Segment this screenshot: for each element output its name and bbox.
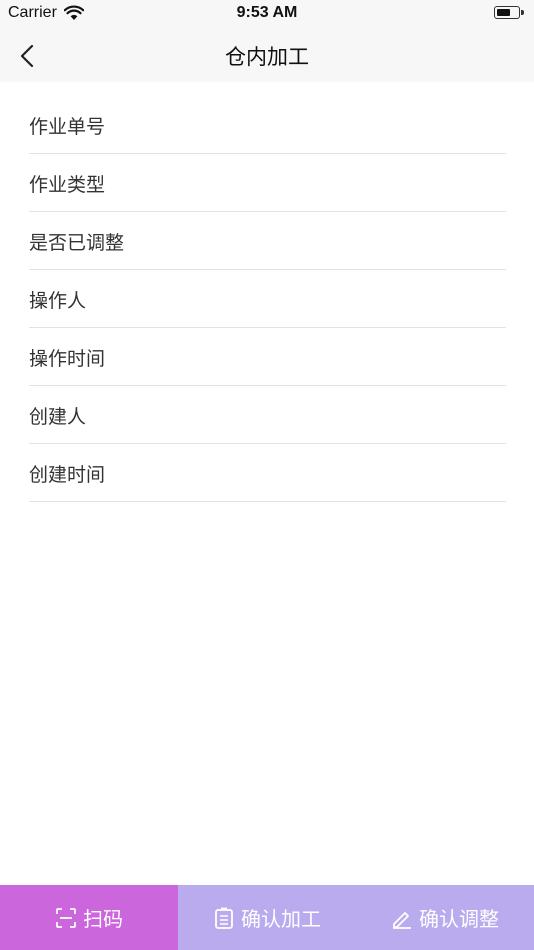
- battery-level: [497, 9, 510, 16]
- form-label: 作业类型: [29, 174, 106, 196]
- form-row-adjusted[interactable]: 是否已调整: [29, 212, 506, 270]
- confirm-adjust-label: 确认调整: [419, 907, 499, 931]
- navigation-bar: 仓内加工: [0, 28, 534, 82]
- confirm-process-button[interactable]: 确认加工: [178, 885, 356, 950]
- form-row-creator[interactable]: 创建人: [29, 386, 506, 444]
- form-row-operation-time[interactable]: 操作时间: [29, 328, 506, 386]
- form-row-operator[interactable]: 操作人: [29, 270, 506, 328]
- form-row-job-type[interactable]: 作业类型: [29, 154, 506, 212]
- form-list: 作业单号 作业类型 是否已调整 操作人 操作时间 创建人 创建时间: [29, 96, 506, 502]
- form-row-job-number[interactable]: 作业单号: [29, 96, 506, 154]
- bottom-action-bar: 扫码 确认加工 确认调整: [0, 885, 534, 950]
- scan-button[interactable]: 扫码: [0, 885, 178, 950]
- confirm-process-label: 确认加工: [241, 907, 321, 931]
- status-bar: Carrier 9:53 AM: [0, 0, 534, 28]
- battery-cap: [521, 10, 524, 15]
- form-label: 创建人: [29, 406, 87, 428]
- form-row-creation-time[interactable]: 创建时间: [29, 444, 506, 502]
- status-time: 9:53 AM: [236, 4, 298, 21]
- form-label: 操作时间: [29, 348, 106, 370]
- page-title: 仓内加工: [225, 45, 309, 69]
- confirm-adjust-button[interactable]: 确认调整: [356, 885, 534, 950]
- pencil-icon: [391, 907, 413, 929]
- form-label: 是否已调整: [29, 232, 125, 254]
- form-label: 操作人: [29, 290, 87, 312]
- scan-button-label: 扫码: [83, 907, 123, 931]
- form-label: 作业单号: [29, 116, 106, 138]
- scan-icon: [55, 907, 77, 929]
- clipboard-icon: [213, 907, 235, 929]
- form-label: 创建时间: [29, 464, 106, 486]
- battery-icon: [494, 6, 520, 19]
